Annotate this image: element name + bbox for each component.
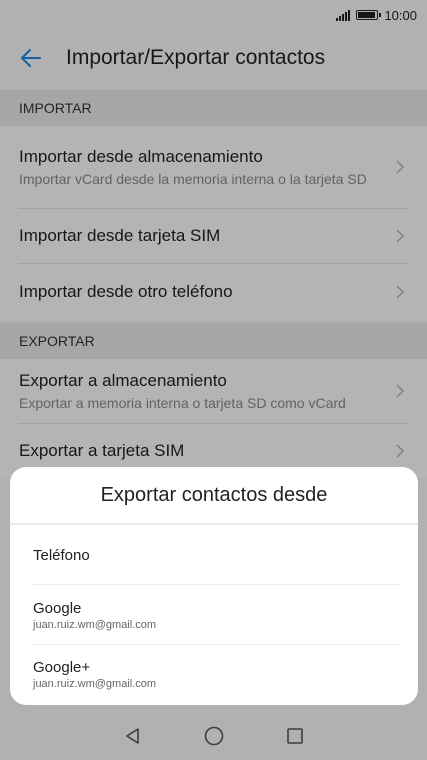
option-google-plus[interactable]: Google+ juan.ruiz.wm@gmail.com bbox=[10, 645, 418, 703]
option-name: Google bbox=[33, 599, 82, 617]
option-account: juan.ruiz.wm@gmail.com bbox=[33, 618, 157, 631]
option-account: juan.ruiz.wm@gmail.com bbox=[33, 677, 157, 690]
dialog-title: Exportar contactos desde bbox=[10, 467, 418, 525]
export-source-dialog: Exportar contactos desde Teléfono Google… bbox=[10, 467, 418, 705]
option-google[interactable]: Google juan.ruiz.wm@gmail.com bbox=[10, 585, 418, 645]
option-name: Google+ bbox=[33, 658, 91, 676]
option-phone[interactable]: Teléfono bbox=[10, 525, 418, 585]
option-name: Teléfono bbox=[33, 546, 90, 564]
